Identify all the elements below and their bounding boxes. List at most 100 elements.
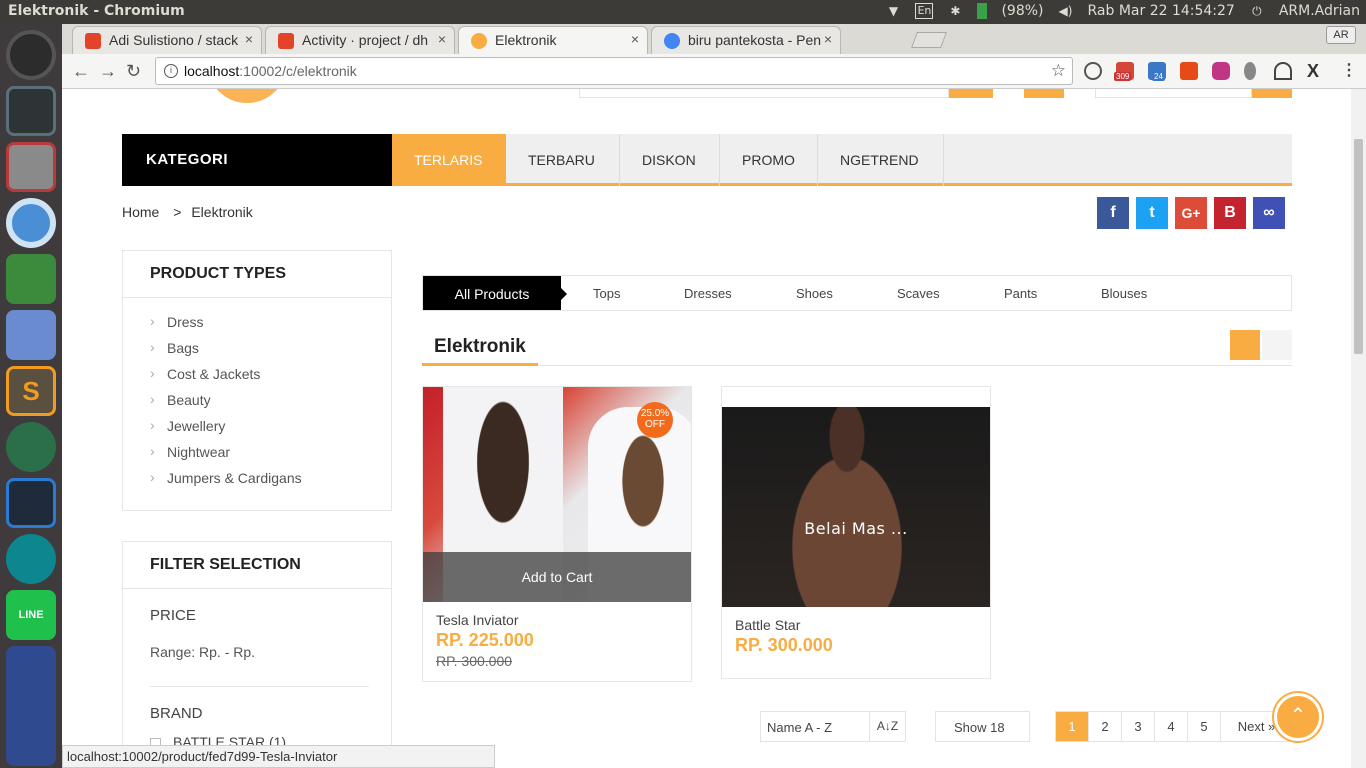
scroll-to-top-button[interactable]: ⌃ bbox=[1274, 693, 1322, 741]
reload-icon[interactable]: ↻ bbox=[126, 61, 141, 82]
messages-extension-icon[interactable]: 24 bbox=[1148, 62, 1166, 81]
tab-label: Elektronik bbox=[495, 32, 557, 48]
tab-scaves[interactable]: Scaves bbox=[897, 276, 940, 310]
chromium-icon[interactable] bbox=[6, 198, 56, 248]
twitter-share-icon[interactable]: t bbox=[1136, 197, 1168, 229]
bookmark-star-icon[interactable]: ☆ bbox=[1051, 61, 1066, 81]
tab-tops[interactable]: Tops bbox=[593, 276, 620, 310]
category-item[interactable]: Bags bbox=[150, 339, 391, 366]
app-stack-icon[interactable] bbox=[6, 646, 56, 766]
address-bar[interactable]: i localhost:10002/c/elektronik ☆ bbox=[155, 57, 1073, 85]
category-item[interactable]: Jewellery bbox=[150, 417, 391, 444]
bulb-extension-icon[interactable] bbox=[1244, 62, 1256, 80]
back-icon[interactable]: ← bbox=[72, 61, 90, 82]
close-tab-icon[interactable]: × bbox=[824, 31, 832, 47]
category-item[interactable]: Beauty bbox=[150, 391, 391, 418]
office-extension-icon[interactable] bbox=[1180, 62, 1198, 80]
tab-shoes[interactable]: Shoes bbox=[796, 276, 833, 310]
info-icon[interactable]: i bbox=[164, 64, 178, 78]
tab-blouses[interactable]: Blouses bbox=[1101, 276, 1147, 310]
product-name[interactable]: Battle Star bbox=[722, 607, 990, 633]
category-item[interactable]: Cost & Jackets bbox=[150, 365, 391, 392]
kategori-menu[interactable]: KATEGORI bbox=[122, 134, 392, 186]
tab-all-products[interactable]: All Products bbox=[423, 276, 567, 310]
battery-percent[interactable]: (98%) bbox=[1001, 3, 1043, 19]
page-button[interactable]: 2 bbox=[1089, 712, 1122, 741]
blogger-share-icon[interactable]: B bbox=[1214, 197, 1246, 229]
grid-view-button[interactable] bbox=[1230, 330, 1260, 360]
menu-icon[interactable]: ⋮ bbox=[1340, 62, 1358, 80]
battery-icon[interactable] bbox=[977, 3, 988, 19]
sort-az-icon[interactable]: A↓Z bbox=[869, 712, 905, 741]
gmail-extension-icon[interactable]: 309 bbox=[1114, 62, 1134, 81]
nav-promo[interactable]: PROMO bbox=[720, 134, 818, 186]
page-button[interactable]: 1 bbox=[1056, 712, 1089, 741]
close-tab-icon[interactable]: × bbox=[438, 31, 446, 47]
target-extension-icon[interactable] bbox=[1084, 62, 1102, 80]
list-view-button[interactable] bbox=[1262, 330, 1292, 360]
virtualbox-icon[interactable] bbox=[6, 310, 56, 360]
header-search-button[interactable] bbox=[949, 89, 993, 98]
add-to-cart-button[interactable]: Add to Cart bbox=[423, 552, 691, 602]
nav-diskon[interactable]: DISKON bbox=[620, 134, 720, 186]
android-studio-icon[interactable] bbox=[6, 254, 56, 304]
bluetooth-icon[interactable]: ✱ bbox=[947, 3, 963, 19]
speed-extension-icon[interactable] bbox=[1274, 62, 1292, 80]
page-button[interactable]: 3 bbox=[1122, 712, 1155, 741]
files-icon[interactable] bbox=[6, 142, 56, 192]
profile-button[interactable]: AR bbox=[1326, 26, 1356, 44]
tab-elektronik[interactable]: Elektronik × bbox=[458, 26, 648, 54]
nav-terbaru[interactable]: TERBARU bbox=[506, 134, 620, 186]
new-tab-button[interactable] bbox=[911, 32, 947, 48]
nav-ngetrend[interactable]: NGETREND bbox=[818, 134, 944, 186]
atom-icon[interactable] bbox=[6, 422, 56, 472]
forward-icon[interactable]: → bbox=[99, 61, 117, 82]
keyboard-layout-indicator[interactable]: En bbox=[915, 3, 934, 19]
facebook-share-icon[interactable]: f bbox=[1097, 197, 1129, 229]
sublime-text-icon[interactable]: S bbox=[6, 366, 56, 416]
show-count-select[interactable]: Show 18 bbox=[935, 711, 1030, 742]
category-item[interactable]: Dress bbox=[150, 313, 391, 340]
page-button[interactable]: 5 bbox=[1188, 712, 1221, 741]
product-card[interactable]: 25.0% OFF Add to Cart Tesla Inviator RP.… bbox=[422, 386, 692, 682]
header-cart-button[interactable] bbox=[1252, 89, 1292, 98]
page-button[interactable]: 4 bbox=[1155, 712, 1188, 741]
product-image[interactable]: 25.0% OFF Add to Cart bbox=[423, 387, 691, 602]
tab-pants[interactable]: Pants bbox=[1004, 276, 1037, 310]
copy-link-icon[interactable]: ∞ bbox=[1253, 197, 1285, 229]
ubuntu-dash-icon[interactable] bbox=[6, 30, 56, 80]
vscode-icon[interactable] bbox=[6, 478, 56, 528]
clock[interactable]: Rab Mar 22 14:54:27 bbox=[1088, 3, 1235, 19]
terminal-icon[interactable] bbox=[6, 86, 56, 136]
close-tab-icon[interactable]: × bbox=[245, 31, 253, 47]
page-scrollbar[interactable] bbox=[1351, 89, 1366, 768]
header-search-input[interactable] bbox=[579, 89, 949, 98]
sort-select[interactable]: Name A - Z A↓Z bbox=[760, 711, 906, 742]
product-card[interactable]: Belai Mas ... Battle Star RP. 300.000 bbox=[721, 386, 991, 679]
tab-dresses[interactable]: Dresses bbox=[684, 276, 732, 310]
line-icon[interactable]: LINE bbox=[6, 590, 56, 640]
scrollbar-thumb[interactable] bbox=[1354, 139, 1363, 354]
tab-gitlab-1[interactable]: Adi Sulistiono / stack × bbox=[72, 26, 262, 54]
tab-gitlab-2[interactable]: Activity · project / dh × bbox=[265, 26, 455, 54]
volume-icon[interactable]: ◀) bbox=[1058, 3, 1074, 19]
category-item[interactable]: Nightwear bbox=[150, 443, 391, 470]
arduino-icon[interactable] bbox=[6, 534, 56, 584]
wifi-icon[interactable]: ▼ bbox=[885, 3, 901, 19]
nav-terlaris[interactable]: TERLARIS bbox=[392, 134, 506, 186]
power-icon[interactable]: ⏻ bbox=[1249, 3, 1265, 19]
close-tab-icon[interactable]: × bbox=[631, 31, 639, 47]
header-wishlist-button[interactable] bbox=[1024, 89, 1064, 98]
x-extension-icon[interactable]: X bbox=[1307, 62, 1325, 80]
google-plus-share-icon[interactable]: G+ bbox=[1175, 197, 1207, 229]
product-name[interactable]: Tesla Inviator bbox=[423, 602, 691, 628]
product-image[interactable]: Belai Mas ... bbox=[722, 387, 990, 607]
product-photo-person bbox=[762, 407, 932, 607]
instagram-extension-icon[interactable] bbox=[1212, 62, 1230, 80]
header-cart-summary[interactable] bbox=[1095, 89, 1252, 98]
breadcrumb-home[interactable]: Home bbox=[122, 204, 159, 220]
site-logo[interactable] bbox=[207, 89, 287, 103]
tab-google-search[interactable]: biru pantekosta - Pen × bbox=[651, 26, 841, 54]
category-item[interactable]: Jumpers & Cardigans bbox=[150, 469, 391, 496]
user-name[interactable]: ARM.Adrian bbox=[1279, 3, 1360, 19]
